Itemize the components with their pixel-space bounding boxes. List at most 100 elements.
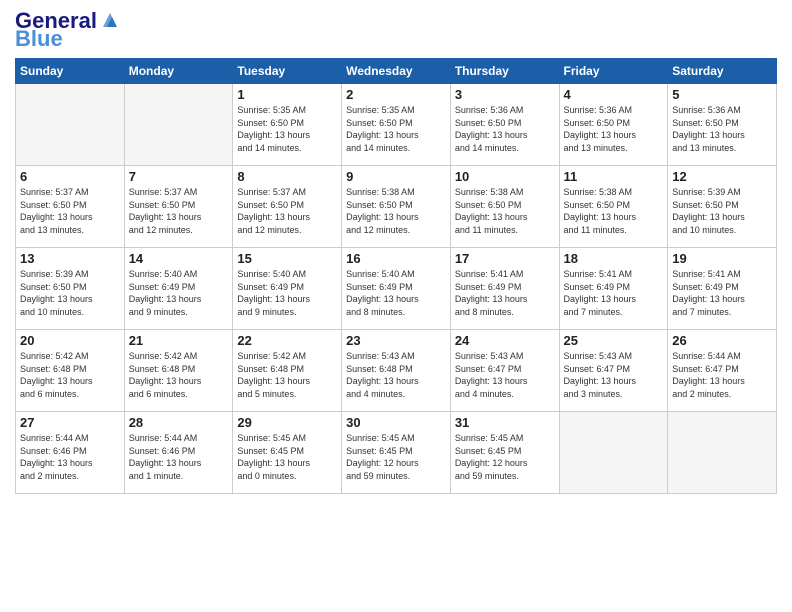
- day-number: 1: [237, 87, 337, 102]
- calendar-cell: 31Sunrise: 5:45 AM Sunset: 6:45 PM Dayli…: [450, 412, 559, 494]
- day-number: 9: [346, 169, 446, 184]
- day-number: 4: [564, 87, 664, 102]
- day-info: Sunrise: 5:36 AM Sunset: 6:50 PM Dayligh…: [455, 104, 555, 154]
- day-number: 22: [237, 333, 337, 348]
- day-info: Sunrise: 5:39 AM Sunset: 6:50 PM Dayligh…: [672, 186, 772, 236]
- calendar-cell: 18 Sunrise: 5:41 AM Sunset: 6:49 PM Dayli…: [559, 248, 668, 330]
- calendar-cell: 9 Sunrise: 5:38 AM Sunset: 6:50 PM Daylig…: [342, 166, 451, 248]
- day-number: 11: [564, 169, 664, 184]
- day-info: Sunrise: 5:37 AM Sunset: 6:50 PM Dayligh…: [237, 186, 337, 236]
- day-info: Sunrise: 5:37 AM Sunset: 6:50 PM Dayligh…: [20, 186, 120, 236]
- calendar-cell: 21 Sunrise: 5:42 AM Sunset: 6:48 PM Dayli…: [124, 330, 233, 412]
- calendar-table: SundayMondayTuesdayWednesdayThursdayFrid…: [15, 58, 777, 494]
- calendar-cell: 30 Sunrise: 5:45 AM Sunset: 6:45 PM Dayli…: [342, 412, 451, 494]
- calendar-cell: [668, 412, 777, 494]
- day-info: Sunrise: 5:41 AM Sunset: 6:49 PM Dayligh…: [564, 268, 664, 318]
- header: General Blue: [15, 10, 777, 50]
- day-info: Sunrise: 5:41 AM Sunset: 6:49 PM Dayligh…: [455, 268, 555, 318]
- day-number: 27: [20, 415, 120, 430]
- calendar-header-row: SundayMondayTuesdayWednesdayThursdayFrid…: [16, 59, 777, 84]
- calendar-cell: 24Sunrise: 5:43 AM Sunset: 6:47 PM Dayli…: [450, 330, 559, 412]
- day-number: 8: [237, 169, 337, 184]
- day-number: 6: [20, 169, 120, 184]
- calendar-cell: 20Sunrise: 5:42 AM Sunset: 6:48 PM Dayli…: [16, 330, 125, 412]
- logo: General Blue: [15, 10, 121, 50]
- calendar-cell: 3 Sunrise: 5:36 AM Sunset: 6:50 PM Daylig…: [450, 84, 559, 166]
- weekday-header: Saturday: [668, 59, 777, 84]
- day-info: Sunrise: 5:41 AM Sunset: 6:49 PM Dayligh…: [672, 268, 772, 318]
- weekday-header: Wednesday: [342, 59, 451, 84]
- day-info: Sunrise: 5:45 AM Sunset: 6:45 PM Dayligh…: [346, 432, 446, 482]
- weekday-header: Friday: [559, 59, 668, 84]
- day-number: 30: [346, 415, 446, 430]
- weekday-header: Tuesday: [233, 59, 342, 84]
- calendar-cell: [559, 412, 668, 494]
- calendar-week-row: 1 Sunrise: 5:35 AM Sunset: 6:50 PM Daylig…: [16, 84, 777, 166]
- logo-icon: [99, 9, 121, 31]
- calendar-cell: 28 Sunrise: 5:44 AM Sunset: 6:46 PM Dayli…: [124, 412, 233, 494]
- day-info: Sunrise: 5:36 AM Sunset: 6:50 PM Dayligh…: [672, 104, 772, 154]
- day-number: 3: [455, 87, 555, 102]
- calendar-cell: 29Sunrise: 5:45 AM Sunset: 6:45 PM Dayli…: [233, 412, 342, 494]
- calendar-cell: 4 Sunrise: 5:36 AM Sunset: 6:50 PM Daylig…: [559, 84, 668, 166]
- calendar-cell: 1 Sunrise: 5:35 AM Sunset: 6:50 PM Daylig…: [233, 84, 342, 166]
- calendar-cell: 27 Sunrise: 5:44 AM Sunset: 6:46 PM Dayli…: [16, 412, 125, 494]
- day-number: 28: [129, 415, 229, 430]
- day-number: 21: [129, 333, 229, 348]
- calendar-cell: 25 Sunrise: 5:43 AM Sunset: 6:47 PM Dayli…: [559, 330, 668, 412]
- day-info: Sunrise: 5:42 AM Sunset: 6:48 PM Dayligh…: [129, 350, 229, 400]
- calendar-week-row: 20 Sunrise: 5:42 AM Sunset: 6:48 PM Dayli…: [16, 330, 777, 412]
- day-info: Sunrise: 5:42 AM Sunset: 6:48 PM Dayligh…: [237, 350, 337, 400]
- day-number: 15: [237, 251, 337, 266]
- day-info: Sunrise: 5:43 AM Sunset: 6:48 PM Dayligh…: [346, 350, 446, 400]
- calendar-cell: 5Sunrise: 5:36 AM Sunset: 6:50 PM Daylig…: [668, 84, 777, 166]
- calendar-cell: 6 Sunrise: 5:37 AM Sunset: 6:50 PM Daylig…: [16, 166, 125, 248]
- day-info: Sunrise: 5:38 AM Sunset: 6:50 PM Dayligh…: [564, 186, 664, 236]
- day-number: 7: [129, 169, 229, 184]
- day-number: 23: [346, 333, 446, 348]
- day-info: Sunrise: 5:44 AM Sunset: 6:46 PM Dayligh…: [20, 432, 120, 482]
- calendar-cell: 16Sunrise: 5:40 AM Sunset: 6:49 PM Dayli…: [342, 248, 451, 330]
- day-number: 31: [455, 415, 555, 430]
- calendar-week-row: 6 Sunrise: 5:37 AM Sunset: 6:50 PM Daylig…: [16, 166, 777, 248]
- calendar-cell: 26 Sunrise: 5:44 AM Sunset: 6:47 PM Dayli…: [668, 330, 777, 412]
- day-info: Sunrise: 5:36 AM Sunset: 6:50 PM Dayligh…: [564, 104, 664, 154]
- day-info: Sunrise: 5:39 AM Sunset: 6:50 PM Dayligh…: [20, 268, 120, 318]
- calendar-cell: [124, 84, 233, 166]
- day-info: Sunrise: 5:37 AM Sunset: 6:50 PM Dayligh…: [129, 186, 229, 236]
- day-info: Sunrise: 5:44 AM Sunset: 6:46 PM Dayligh…: [129, 432, 229, 482]
- day-number: 25: [564, 333, 664, 348]
- day-number: 13: [20, 251, 120, 266]
- day-number: 10: [455, 169, 555, 184]
- weekday-header: Thursday: [450, 59, 559, 84]
- calendar-cell: 8 Sunrise: 5:37 AM Sunset: 6:50 PM Daylig…: [233, 166, 342, 248]
- day-number: 17: [455, 251, 555, 266]
- day-info: Sunrise: 5:40 AM Sunset: 6:49 PM Dayligh…: [129, 268, 229, 318]
- calendar-cell: 22 Sunrise: 5:42 AM Sunset: 6:48 PM Dayli…: [233, 330, 342, 412]
- day-info: Sunrise: 5:40 AM Sunset: 6:49 PM Dayligh…: [346, 268, 446, 318]
- day-number: 14: [129, 251, 229, 266]
- day-number: 2: [346, 87, 446, 102]
- day-info: Sunrise: 5:43 AM Sunset: 6:47 PM Dayligh…: [455, 350, 555, 400]
- day-number: 20: [20, 333, 120, 348]
- page: General Blue SundayMondayTuesdayWednesda…: [0, 0, 792, 612]
- day-number: 18: [564, 251, 664, 266]
- calendar-cell: 17 Sunrise: 5:41 AM Sunset: 6:49 PM Dayli…: [450, 248, 559, 330]
- day-info: Sunrise: 5:44 AM Sunset: 6:47 PM Dayligh…: [672, 350, 772, 400]
- calendar-cell: 7 Sunrise: 5:37 AM Sunset: 6:50 PM Daylig…: [124, 166, 233, 248]
- day-info: Sunrise: 5:35 AM Sunset: 6:50 PM Dayligh…: [237, 104, 337, 154]
- day-number: 29: [237, 415, 337, 430]
- day-info: Sunrise: 5:38 AM Sunset: 6:50 PM Dayligh…: [346, 186, 446, 236]
- calendar-cell: 14 Sunrise: 5:40 AM Sunset: 6:49 PM Dayli…: [124, 248, 233, 330]
- day-number: 12: [672, 169, 772, 184]
- calendar-cell: 19Sunrise: 5:41 AM Sunset: 6:49 PM Dayli…: [668, 248, 777, 330]
- calendar-cell: [16, 84, 125, 166]
- day-info: Sunrise: 5:43 AM Sunset: 6:47 PM Dayligh…: [564, 350, 664, 400]
- day-info: Sunrise: 5:38 AM Sunset: 6:50 PM Dayligh…: [455, 186, 555, 236]
- logo-blue-text: Blue: [15, 28, 63, 50]
- weekday-header: Monday: [124, 59, 233, 84]
- calendar-cell: 15 Sunrise: 5:40 AM Sunset: 6:49 PM Dayli…: [233, 248, 342, 330]
- day-number: 26: [672, 333, 772, 348]
- calendar-cell: 11 Sunrise: 5:38 AM Sunset: 6:50 PM Dayli…: [559, 166, 668, 248]
- day-info: Sunrise: 5:40 AM Sunset: 6:49 PM Dayligh…: [237, 268, 337, 318]
